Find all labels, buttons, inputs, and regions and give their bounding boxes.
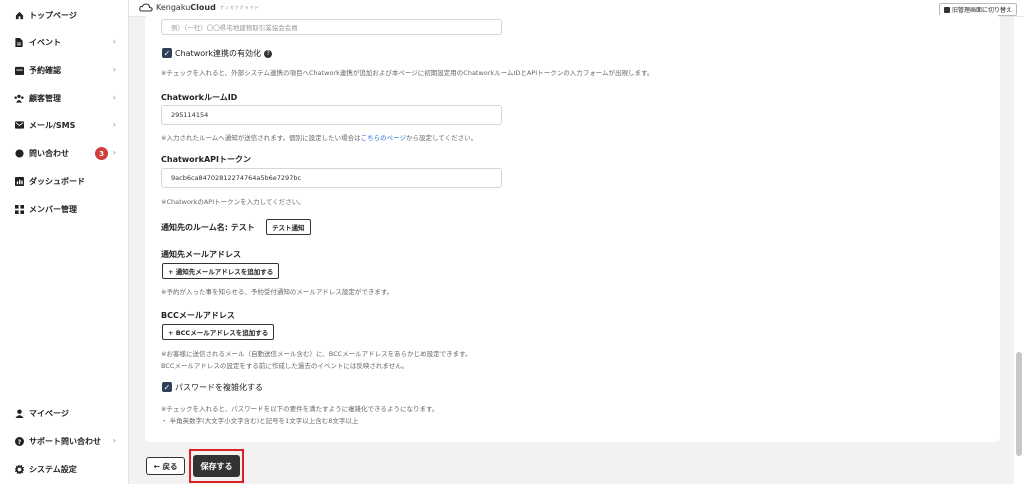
home-icon (14, 10, 24, 20)
notification-badge: 3 (95, 147, 108, 160)
add-notify-email-button[interactable]: + 通知先メールアドレスを追加する (162, 263, 280, 279)
vertical-scrollbar[interactable] (1016, 352, 1022, 456)
chatwork-api-token-label: ChatworkAPIトークン (161, 155, 251, 164)
sidebar-item-inquiries[interactable]: 問い合わせ 3 › (14, 143, 116, 163)
chatwork-api-token-note: ※ChatworkのAPIトークンを入力してください。 (161, 198, 305, 206)
notify-email-label: 通知先メールアドレス (161, 250, 241, 259)
chevron-right-icon: › (112, 148, 116, 157)
gear-icon (14, 464, 24, 474)
sidebar-item-label: マイページ (29, 408, 69, 418)
password-note-2: ・ 半角英数字(大文字小文字含む)と記号を1文字以上含む8文字以上 (161, 417, 359, 425)
room-id-note-suffix: から設定してください。 (405, 134, 478, 142)
sidebar-item-dashboard[interactable]: ダッシュボード (14, 171, 116, 191)
sidebar-item-label: 予約確認 (29, 65, 61, 75)
room-id-settings-link[interactable]: こちらのページ (361, 134, 406, 142)
app-logo[interactable]: Kengaku Cloud ケンガククラウド (139, 3, 260, 12)
logo-subtitle: ケンガククラウド (219, 4, 260, 10)
person-icon (14, 408, 24, 418)
sidebar-item-support[interactable]: ? サポート問い合わせ › (14, 431, 116, 451)
sidebar-item-mail-sms[interactable]: メール/SMS › (14, 115, 116, 135)
bcc-email-note-1: ※お客様に送信されるメール（自動送信メール含む）に、BCCメールアドレスをあらか… (161, 350, 472, 358)
chevron-right-icon: › (112, 65, 116, 74)
chatwork-enable-label: Chatwork連携の有効化 (175, 49, 262, 58)
chatwork-enable-checkbox[interactable]: ✓ (162, 48, 172, 58)
chatwork-room-id-label: ChatworkルームID (161, 93, 238, 102)
help-icon[interactable]: ? (264, 49, 273, 58)
svg-text:?: ? (17, 438, 21, 445)
chatwork-room-id-input[interactable]: 295114154 (161, 105, 502, 125)
cloud-logo-icon (139, 3, 153, 12)
chatwork-enable-note: ※チェックを入れると、外部システム連携の項目へChatwork連携が追加および本… (161, 69, 654, 77)
sidebar-item-my-page[interactable]: マイページ (14, 403, 116, 423)
sidebar-item-events[interactable]: イベント › (14, 32, 116, 52)
switch-legacy-admin-label: 旧管理画面に切り替え (951, 7, 1012, 14)
sidebar-item-system-settings[interactable]: システム設定 (14, 459, 116, 479)
sidebar-item-customers[interactable]: 顧客管理 › (14, 88, 116, 108)
chatwork-room-id-note: ※入力されたルームへ通知が送信されます。個別に設定したい場合はこちらのページから… (161, 132, 477, 142)
chevron-right-icon: › (112, 37, 116, 46)
notify-room-name: 通知先のルーム名: テスト (161, 223, 255, 232)
sidebar-item-label: 顧客管理 (29, 93, 61, 103)
bcc-email-label: BCCメールアドレス (161, 311, 235, 320)
add-bcc-email-button[interactable]: + BCCメールアドレスを追加する (162, 324, 275, 340)
password-complexity-checkbox[interactable]: ✓ (162, 382, 172, 392)
grid-icon (14, 204, 24, 214)
sidebar-item-top-page[interactable]: トップページ (14, 5, 116, 25)
chatwork-enable-row: Chatwork連携の有効化? (175, 48, 273, 59)
question-icon: ? (14, 436, 24, 446)
sidebar-item-label: サポート問い合わせ (29, 436, 101, 446)
chat-icon (14, 148, 24, 158)
organization-input[interactable]: 例）（一社）〇〇県宅地建物取引業協会会員 (161, 19, 502, 35)
sidebar: トップページ イベント › 予約確認 › 顧客管理 › メール/SMS › 問い… (0, 0, 129, 484)
notify-email-note: ※予約が入った事を知らせる、予約受付通知のメールアドレス設定ができます。 (161, 288, 394, 296)
password-complexity-label: パスワードを複雑化する (175, 383, 263, 392)
switch-icon (943, 6, 950, 13)
test-notify-button[interactable]: テスト通知 (266, 219, 311, 235)
sidebar-item-label: ダッシュボード (29, 176, 85, 186)
sidebar-item-label: トップページ (29, 10, 77, 20)
bcc-email-note-2: BCCメールアドレスの設定をする前に作成した過去のイベントには反映されません。 (161, 362, 409, 370)
sidebar-item-members[interactable]: メンバー管理 (14, 199, 116, 219)
users-icon (14, 93, 24, 103)
mail-icon (14, 120, 24, 130)
save-button[interactable]: 保存する (193, 455, 240, 477)
main-content: 例）（一社）〇〇県宅地建物取引業協会会員 ✓ Chatwork連携の有効化? ※… (129, 15, 1014, 484)
calendar-icon (14, 65, 24, 75)
document-icon (14, 37, 24, 47)
chatwork-api-token-input[interactable]: 9acb6ca84702812274764a5b6e7297bc (161, 168, 502, 188)
chevron-right-icon: › (112, 436, 116, 445)
room-id-note-prefix: ※入力されたルームへ通知が送信されます。個別に設定したい場合は (161, 134, 361, 142)
logo-prefix: Kengaku (156, 3, 191, 12)
sidebar-item-label: イベント (29, 37, 61, 47)
back-button[interactable]: ← 戻る (146, 457, 185, 475)
sidebar-item-label: 問い合わせ (29, 148, 69, 158)
sidebar-item-reservations[interactable]: 予約確認 › (14, 60, 116, 80)
settings-card: 例）（一社）〇〇県宅地建物取引業協会会員 ✓ Chatwork連携の有効化? ※… (145, 15, 1000, 442)
password-note-1: ※チェックを入れると、パスワードを以下の要件を満たすように複雑化できるようになり… (161, 405, 439, 413)
chevron-right-icon: › (112, 120, 116, 129)
sidebar-item-label: メール/SMS (29, 120, 76, 130)
sidebar-item-label: メンバー管理 (29, 204, 77, 214)
logo-bold: Cloud (190, 3, 216, 12)
chart-icon (14, 176, 24, 186)
sidebar-item-label: システム設定 (29, 464, 77, 474)
chevron-right-icon: › (112, 93, 116, 102)
